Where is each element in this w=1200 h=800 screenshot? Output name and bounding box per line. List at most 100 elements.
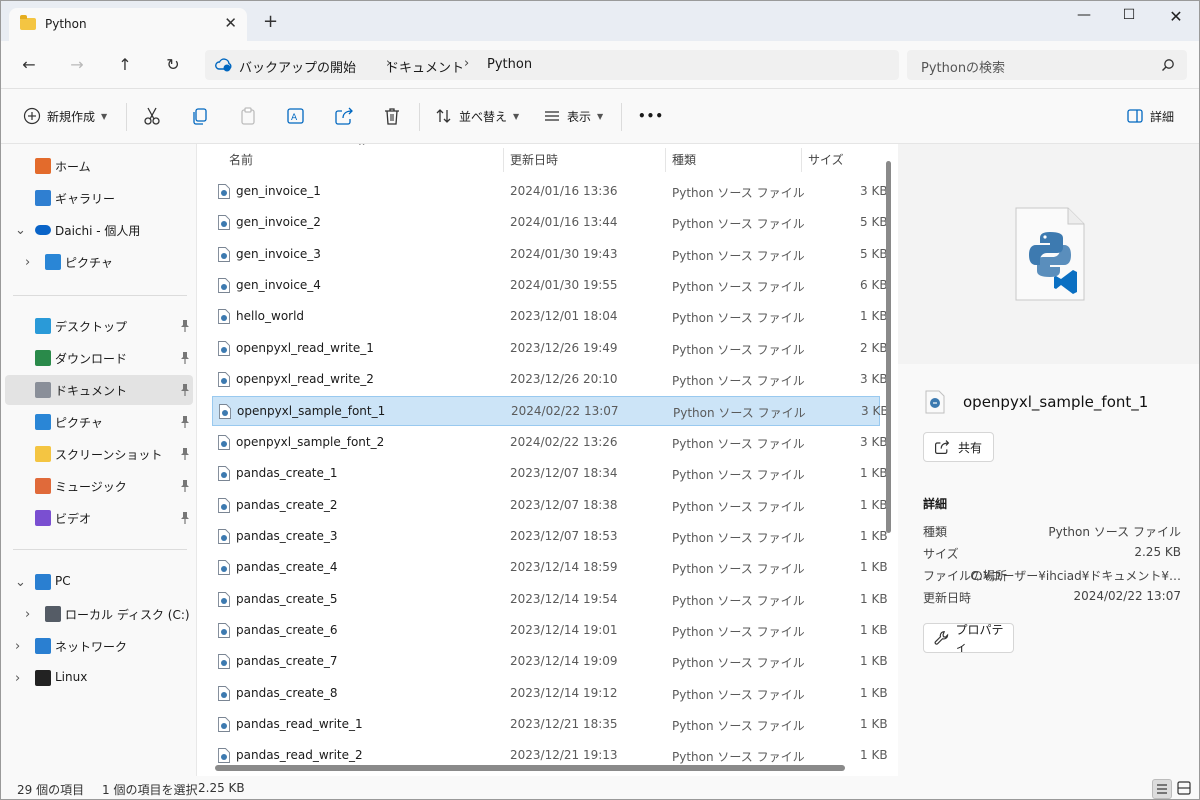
column-header-date[interactable]: 更新日時	[510, 144, 558, 174]
more-button[interactable]: •••	[638, 105, 664, 127]
pin-icon[interactable]	[180, 351, 190, 365]
column-divider[interactable]	[665, 148, 666, 172]
close-window-button[interactable]: ✕	[1161, 7, 1191, 27]
sidebar-item[interactable]: ホーム	[5, 151, 193, 181]
sidebar-item[interactable]: スクリーンショット	[5, 439, 193, 469]
tiles-view-button[interactable]	[1175, 779, 1195, 799]
chevron-right-icon[interactable]: ›	[25, 255, 30, 270]
copy-icon[interactable]	[190, 106, 210, 126]
search-box[interactable]: Pythonの検索	[907, 50, 1187, 80]
file-row[interactable]: openpyxl_read_write_2 2023/12/26 20:10 Pyt…	[212, 365, 888, 395]
cut-icon[interactable]	[142, 106, 162, 126]
file-size: 1 KB	[860, 748, 888, 763]
sidebar-item[interactable]: ギャラリー	[5, 183, 193, 213]
refresh-button[interactable]: ↻	[161, 53, 185, 77]
column-divider[interactable]	[801, 148, 802, 172]
properties-button[interactable]: プロパティ	[923, 623, 1014, 654]
column-header-size[interactable]: サイズ	[808, 144, 844, 174]
pin-icon[interactable]	[180, 479, 190, 493]
pin-icon[interactable]	[180, 447, 190, 461]
pin-icon[interactable]	[180, 415, 190, 429]
paste-icon[interactable]	[238, 106, 258, 126]
file-row[interactable]: gen_invoice_1 2024/01/16 13:36 Python ソース …	[212, 177, 888, 207]
file-row[interactable]: pandas_create_7 2023/12/14 19:09 Python ソー…	[212, 647, 888, 677]
file-row[interactable]: pandas_create_4 2023/12/14 18:59 Python ソー…	[212, 553, 888, 583]
sidebar-item[interactable]: ピクチャ	[5, 407, 193, 437]
tab-python[interactable]: Python ✕	[9, 8, 247, 41]
view-button[interactable]: 表示 ▼	[543, 105, 603, 127]
sort-button[interactable]: 並べ替え ▼	[435, 105, 519, 127]
file-type: Python ソース ファイル	[672, 468, 805, 483]
chevron-right-icon[interactable]: ›	[15, 639, 20, 654]
pin-icon[interactable]	[180, 319, 190, 333]
chevron-right-icon[interactable]: ›	[15, 671, 20, 686]
breadcrumb-backup[interactable]: バックアップの開始	[239, 57, 356, 76]
file-row[interactable]: openpyxl_sample_font_2 2024/02/22 13:26 Py…	[212, 428, 888, 458]
vertical-scrollbar[interactable]	[886, 161, 891, 533]
minimize-button[interactable]: —	[1069, 7, 1099, 27]
new-button[interactable]: 新規作成 ▼	[23, 105, 107, 127]
svg-text:A: A	[291, 113, 298, 123]
details-view-button[interactable]	[1152, 779, 1172, 799]
chevron-right-icon[interactable]: ›	[25, 607, 30, 622]
file-row[interactable]: hello_world 2023/12/01 18:04 Python ソース ファ…	[212, 302, 888, 332]
file-name: openpyxl_read_write_2	[236, 372, 374, 387]
file-row[interactable]: pandas_create_3 2023/12/07 18:53 Python ソー…	[212, 522, 888, 552]
python-file-icon	[218, 591, 230, 607]
chevron-down-icon[interactable]: ⌄	[15, 223, 26, 238]
file-row[interactable]: pandas_create_1 2023/12/07 18:34 Python ソー…	[212, 459, 888, 489]
file-row[interactable]: pandas_create_5 2023/12/14 19:54 Python ソー…	[212, 585, 888, 615]
sidebar-item-label: スクリーンショット	[55, 448, 163, 462]
pin-icon[interactable]	[180, 511, 190, 525]
disk-icon	[45, 606, 61, 622]
close-tab-icon[interactable]: ✕	[224, 14, 237, 32]
sidebar-item[interactable]: ダウンロード	[5, 343, 193, 373]
breadcrumb-python[interactable]: Python	[487, 57, 532, 72]
sidebar-item[interactable]: ミュージック	[5, 471, 193, 501]
chevron-down-icon[interactable]: ⌄	[15, 575, 26, 590]
file-row[interactable]: pandas_read_write_1 2023/12/21 18:35 Pytho…	[212, 710, 888, 740]
file-type: Python ソース ファイル	[672, 374, 805, 389]
back-button[interactable]: ←	[17, 53, 41, 77]
file-row[interactable]: pandas_create_6 2023/12/14 19:01 Python ソー…	[212, 616, 888, 646]
file-row[interactable]: gen_invoice_2 2024/01/16 13:44 Python ソース …	[212, 208, 888, 238]
sidebar-item[interactable]: ⌄ Daichi - 個人用	[5, 215, 193, 245]
search-input[interactable]: Pythonの検索	[921, 57, 1005, 76]
details-pane-button[interactable]: 詳細	[1126, 105, 1174, 127]
address-bar[interactable]: バックアップの開始 › ドキュメント › Python	[205, 50, 899, 80]
file-size: 1 KB	[860, 497, 888, 512]
sidebar-item[interactable]: › ローカル ディスク (C:)	[5, 599, 193, 629]
selection-size: 2.25 KB	[198, 781, 245, 795]
column-header-name[interactable]: 名前	[229, 144, 253, 174]
share-button[interactable]: 共有	[923, 432, 994, 462]
breadcrumb-separator[interactable]: ›	[464, 56, 469, 71]
file-date: 2023/12/14 19:01	[510, 622, 618, 637]
rename-icon[interactable]: A	[286, 106, 306, 126]
up-button[interactable]: ↑	[113, 53, 137, 77]
file-row[interactable]: openpyxl_sample_font_1 2024/02/22 13:07 Py…	[212, 396, 889, 427]
sidebar-item[interactable]: › ピクチャ	[5, 247, 193, 277]
column-divider[interactable]	[503, 148, 504, 172]
file-row[interactable]: openpyxl_read_write_1 2023/12/26 19:49 Pyt…	[212, 334, 888, 364]
horizontal-scrollbar[interactable]	[215, 765, 845, 771]
sidebar-item[interactable]: デスクトップ	[5, 311, 193, 341]
file-row[interactable]: gen_invoice_3 2024/01/30 19:43 Python ソース …	[212, 240, 888, 270]
new-tab-button[interactable]: +	[263, 13, 278, 31]
file-row[interactable]: pandas_create_8 2023/12/14 19:12 Python ソー…	[212, 679, 888, 709]
sidebar-item[interactable]: ドキュメント	[5, 375, 193, 405]
sidebar-item[interactable]: › Linux	[5, 663, 193, 693]
sidebar-item[interactable]: › ネットワーク	[5, 631, 193, 661]
pin-icon[interactable]	[180, 383, 190, 397]
maximize-button[interactable]: ☐	[1114, 7, 1144, 27]
sidebar-item[interactable]: ⌄ PC	[5, 567, 193, 597]
wrench-icon	[934, 631, 949, 645]
forward-button[interactable]: →	[65, 53, 89, 77]
share-icon[interactable]	[334, 106, 354, 126]
sidebar-item[interactable]: ビデオ	[5, 503, 193, 533]
column-header-type[interactable]: 種類	[672, 144, 696, 174]
file-row[interactable]: pandas_create_2 2023/12/07 18:38 Python ソー…	[212, 491, 888, 521]
breadcrumb-documents[interactable]: ドキュメント	[386, 57, 464, 76]
file-row[interactable]: gen_invoice_4 2024/01/30 19:55 Python ソース …	[212, 271, 888, 301]
delete-icon[interactable]	[382, 106, 402, 126]
file-date: 2023/12/07 18:34	[510, 466, 618, 481]
